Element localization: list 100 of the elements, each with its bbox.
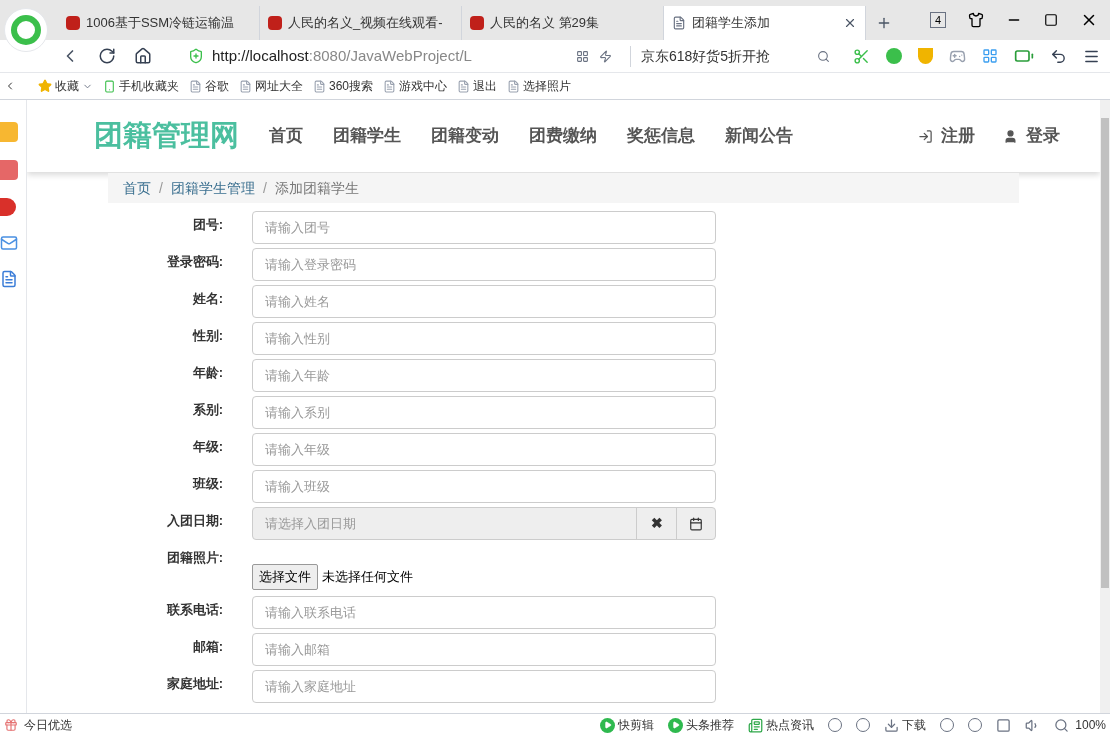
breadcrumb-separator: / [262, 178, 267, 198]
document-icon[interactable] [0, 270, 18, 288]
file-status: 未选择任何文件 [322, 568, 413, 586]
field-label: 姓名: [191, 290, 223, 308]
mail-icon[interactable] [0, 234, 18, 252]
lightning-icon[interactable] [599, 49, 612, 63]
play-icon [668, 717, 684, 733]
browser-tab[interactable]: 1006基于SSM冷链运输温 [58, 6, 260, 40]
site-icon [66, 16, 80, 30]
input-field[interactable]: 请输入团号 [252, 211, 716, 244]
status-item[interactable]: 快剪辑 [618, 716, 655, 734]
new-tab-icon[interactable] [876, 15, 892, 31]
page-icon [239, 79, 252, 93]
input-field[interactable]: 请输入家庭地址 [252, 669, 716, 703]
zoom-level[interactable]: 100% [1075, 716, 1106, 734]
input-field[interactable]: 请输入邮箱 [252, 632, 716, 666]
field-label: 年级: [191, 438, 223, 456]
search-field[interactable]: 京东618好货5折开抢 [630, 45, 830, 67]
choose-file-button[interactable]: 选择文件 [252, 564, 318, 590]
status-text[interactable]: 今日优选 [24, 716, 72, 734]
apps-icon[interactable] [982, 48, 998, 64]
nav-link[interactable]: 团籍变动 [431, 123, 499, 149]
field-label: 性别: [191, 327, 223, 345]
field-label: 班级: [191, 475, 223, 493]
grid-icon[interactable] [576, 49, 589, 63]
bookmark-item[interactable]: 网址大全 [239, 77, 303, 95]
field-label: 团籍照片: [165, 549, 223, 567]
input-field[interactable]: 请输入年龄 [252, 359, 716, 392]
bookmark-item[interactable]: 游戏中心 [383, 77, 448, 95]
breadcrumb-link[interactable]: 首页 [123, 177, 151, 199]
download-icon [884, 717, 900, 733]
status-item[interactable]: 头条推荐 [686, 716, 735, 734]
user-icon [1003, 128, 1018, 144]
register-link[interactable]: 注册 [918, 123, 975, 149]
play-icon [600, 717, 616, 733]
sign-in-icon [918, 128, 933, 144]
bookmark-item[interactable]: 360搜索 [313, 77, 374, 95]
input-field[interactable]: 请输入系别 [252, 396, 716, 429]
undo-icon[interactable] [1050, 47, 1067, 65]
bookmark-item[interactable]: 手机收藏夹 [103, 77, 179, 95]
bookmark-item[interactable]: 收藏 [38, 77, 93, 95]
tab-title: 团籍学生添加 [692, 14, 771, 33]
field-label: 入团日期: [165, 512, 223, 530]
nav-link[interactable]: 团籍学生 [333, 123, 401, 149]
site-icon [470, 16, 484, 30]
scrollbar[interactable] [1100, 100, 1110, 713]
phone-icon [103, 79, 116, 93]
shield-icon [188, 48, 204, 64]
nav-link[interactable]: 奖惩信息 [627, 123, 695, 149]
status-item[interactable]: 下载 [902, 716, 927, 734]
field-label: 系别: [191, 401, 223, 419]
clear-button[interactable]: ✖ [636, 508, 676, 539]
search-icon [1054, 717, 1070, 733]
page-icon [189, 79, 202, 93]
maximize-icon[interactable] [1044, 13, 1058, 27]
tab-title: 1006基于SSM冷链运输温 [86, 14, 236, 33]
field-label: 年龄: [191, 364, 223, 382]
scissors-icon[interactable] [853, 47, 870, 65]
square-icon [996, 717, 1012, 733]
news-icon [748, 717, 764, 733]
bookmark-item[interactable]: 退出 [457, 77, 498, 95]
field-label: 联系电话: [165, 600, 223, 619]
tab-title: 人民的名义 第29集 [490, 14, 601, 33]
nav-link[interactable]: 团费缴纳 [529, 123, 597, 149]
close-icon[interactable] [843, 16, 857, 30]
page-icon [383, 79, 397, 93]
bookmark-item[interactable]: 谷歌 [189, 77, 229, 95]
input-field[interactable]: 请输入联系电话 [252, 595, 716, 629]
browser-tab[interactable]: 人民的名义_视频在线观看- [260, 6, 462, 40]
field-label: 邮箱: [191, 637, 223, 656]
nav-link[interactable]: 首页 [269, 123, 303, 149]
address-field[interactable]: http://localhost:8080/JavaWebProject/L [188, 44, 558, 68]
input-field[interactable]: 请输入登录密码 [252, 248, 716, 281]
home-icon[interactable] [134, 47, 152, 65]
breadcrumb-separator: / [159, 178, 163, 198]
breadcrumb-current: 添加团籍学生 [274, 178, 359, 198]
shirt-icon[interactable] [968, 12, 984, 28]
reload-icon[interactable] [98, 47, 116, 65]
page-icon [457, 79, 471, 93]
status-item[interactable]: 热点资讯 [766, 716, 815, 734]
bookmark-item[interactable]: 选择照片 [507, 77, 572, 95]
input-field[interactable]: 请输入姓名 [252, 285, 716, 318]
gift-icon[interactable] [4, 718, 18, 732]
page-icon [672, 16, 686, 30]
field-label: 团号: [191, 216, 223, 234]
tab-title: 人民的名义_视频在线观看- [288, 14, 444, 33]
breadcrumb-link[interactable]: 团籍学生管理 [170, 177, 255, 199]
field-label: 登录密码: [165, 253, 223, 271]
site-icon [268, 16, 282, 30]
field-label: 家庭地址: [165, 674, 223, 693]
nav-link[interactable]: 新闻公告 [725, 123, 793, 149]
page-icon [507, 79, 521, 93]
search-icon[interactable] [817, 49, 830, 63]
input-field[interactable]: 请输入班级 [252, 470, 716, 503]
input-field[interactable]: 请输入年级 [252, 433, 716, 466]
date-field[interactable]: 请选择入团日期 ✖ [252, 507, 716, 540]
input-field[interactable]: 请输入性别 [252, 322, 716, 355]
login-link[interactable]: 登录 [1003, 123, 1060, 149]
browser-tab[interactable]: 团籍学生添加 [664, 6, 866, 40]
tab-count[interactable]: 4 [929, 12, 946, 28]
